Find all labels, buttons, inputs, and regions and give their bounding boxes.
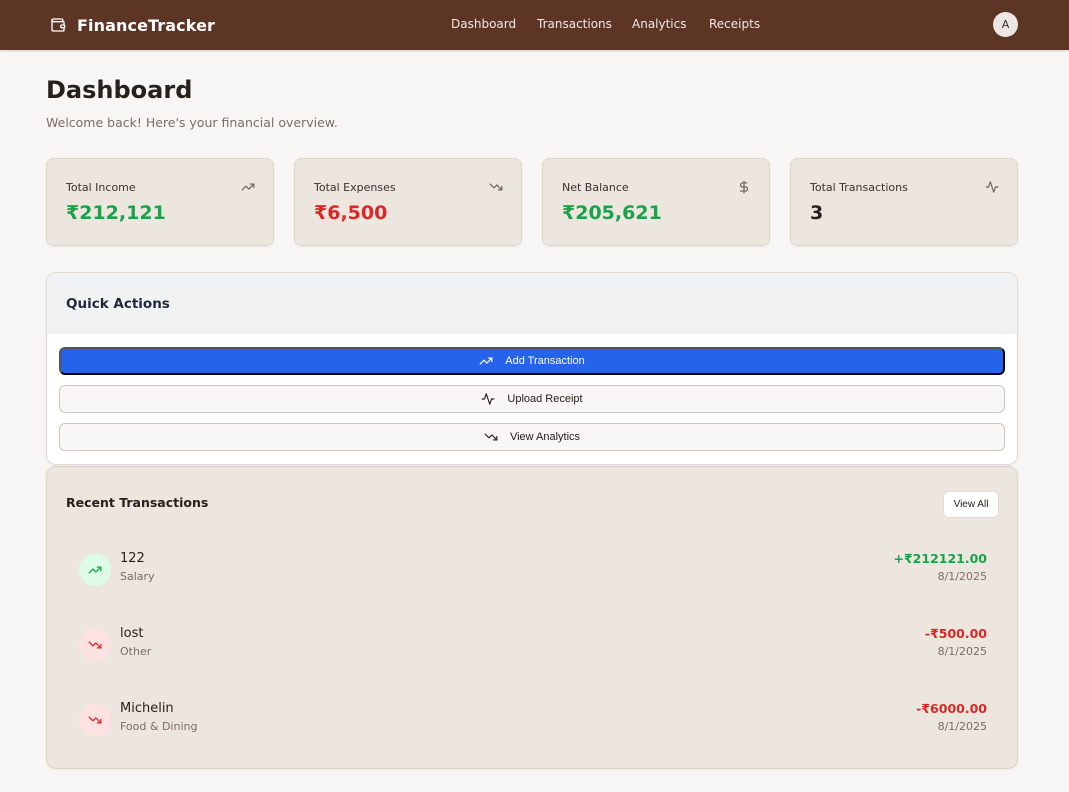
- stat-card-total-transactions: Total Transactions 3: [790, 158, 1018, 246]
- recent-transactions-card: Recent Transactions View All 122 Salary …: [46, 466, 1018, 769]
- transaction-name: lost: [120, 626, 144, 641]
- stat-card-net-balance: Net Balance ₹205,621: [542, 158, 770, 246]
- transaction-amount: -₹500.00: [924, 626, 987, 641]
- stat-card-total-income: Total Income ₹212,121: [46, 158, 274, 246]
- income-badge: [79, 554, 111, 586]
- quick-actions-title: Quick Actions: [66, 296, 170, 312]
- stat-card-total-expenses: Total Expenses ₹6,500: [294, 158, 522, 246]
- nav-analytics[interactable]: Analytics: [632, 17, 687, 31]
- nav-dashboard[interactable]: Dashboard: [451, 17, 516, 31]
- transaction-amount: -₹6000.00: [916, 701, 987, 716]
- activity-icon: [481, 393, 495, 405]
- stat-value: 3: [810, 202, 824, 224]
- wallet-icon: [51, 18, 66, 32]
- avatar[interactable]: A: [993, 12, 1018, 37]
- transaction-row[interactable]: 122 Salary +₹212121.00 8/1/2025: [79, 551, 987, 601]
- page-title: Dashboard: [46, 76, 193, 104]
- transaction-name: 122: [120, 551, 145, 566]
- stat-label: Total Income: [66, 181, 136, 194]
- transaction-name: Michelin: [120, 701, 174, 716]
- expense-badge: [79, 629, 111, 661]
- transaction-date: 8/1/2025: [937, 720, 987, 733]
- transaction-date: 8/1/2025: [937, 645, 987, 658]
- view-analytics-button[interactable]: View Analytics: [59, 423, 1005, 451]
- button-label: Add Transaction: [505, 355, 585, 367]
- trending-down-icon: [88, 641, 102, 649]
- upload-receipt-button[interactable]: Upload Receipt: [59, 385, 1005, 413]
- trending-down-icon: [88, 716, 102, 724]
- transaction-category: Food & Dining: [120, 720, 198, 733]
- app-name: FinanceTracker: [77, 15, 216, 35]
- stat-label: Net Balance: [562, 181, 629, 194]
- button-label: Upload Receipt: [507, 393, 583, 405]
- page-subtitle: Welcome back! Here's your financial over…: [46, 115, 338, 130]
- stat-value: ₹212,121: [66, 202, 166, 224]
- expense-badge: [79, 704, 111, 736]
- activity-icon: [985, 181, 999, 193]
- trending-down-icon: [484, 433, 498, 441]
- trending-up-icon: [88, 566, 102, 574]
- add-transaction-button[interactable]: Add Transaction: [59, 347, 1005, 375]
- recent-transactions-title: Recent Transactions: [66, 495, 209, 510]
- trending-up-icon: [479, 357, 493, 365]
- top-navbar: FinanceTracker Dashboard Transactions An…: [0, 0, 1069, 50]
- brand[interactable]: FinanceTracker: [50, 14, 215, 36]
- view-all-button[interactable]: View All: [943, 491, 999, 518]
- transaction-date: 8/1/2025: [937, 570, 987, 583]
- transaction-amount: +₹212121.00: [893, 551, 988, 566]
- trending-down-icon: [489, 183, 503, 191]
- trending-up-icon: [241, 183, 255, 191]
- transaction-category: Salary: [120, 570, 155, 583]
- nav-receipts[interactable]: Receipts: [709, 17, 760, 31]
- dollar-icon: [739, 180, 749, 194]
- transaction-row[interactable]: lost Other -₹500.00 8/1/2025: [79, 626, 987, 676]
- stat-label: Total Transactions: [810, 181, 908, 194]
- stat-value: ₹205,621: [562, 202, 662, 224]
- stat-value: ₹6,500: [314, 202, 388, 224]
- transaction-category: Other: [120, 645, 152, 658]
- transaction-row[interactable]: Michelin Food & Dining -₹6000.00 8/1/202…: [79, 701, 987, 751]
- button-label: View Analytics: [509, 431, 581, 443]
- nav-transactions[interactable]: Transactions: [537, 17, 612, 31]
- quick-actions-header: Quick Actions: [47, 273, 1017, 334]
- quick-actions-card: Quick Actions Add Transaction Upload Rec…: [46, 272, 1018, 465]
- stat-label: Total Expenses: [314, 181, 396, 194]
